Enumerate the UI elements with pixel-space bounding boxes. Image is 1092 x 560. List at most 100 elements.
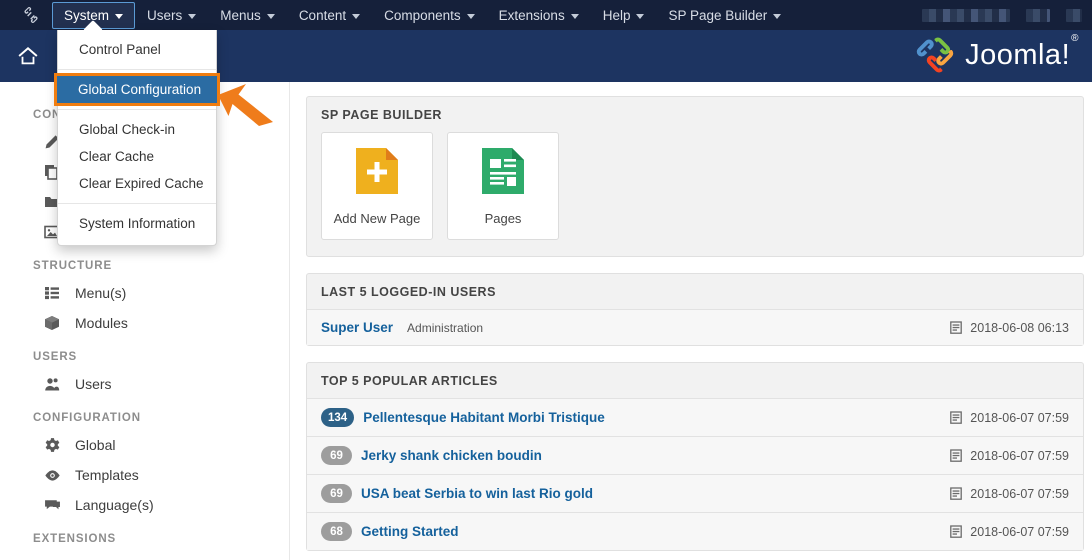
panel-sp-page-builder: SP PAGE BUILDER Add New Page (306, 96, 1084, 257)
gear-icon (42, 435, 62, 455)
sidebar-item-global[interactable]: Global (0, 430, 289, 460)
table-row[interactable]: 69 USA beat Serbia to win last Rio gold … (307, 474, 1083, 512)
menu-item-clear-cache[interactable]: Clear Cache (58, 143, 216, 170)
chevron-down-icon (571, 14, 579, 19)
chevron-down-icon (352, 14, 360, 19)
menu-sp-page-builder-label: SP Page Builder (668, 8, 767, 23)
menu-item-clear-expired-cache[interactable]: Clear Expired Cache (58, 170, 216, 197)
hits-badge: 69 (321, 484, 352, 503)
panel-title-sp-page-builder: SP PAGE BUILDER (307, 97, 1083, 132)
sidebar-item-users-label: Users (75, 376, 112, 392)
sidebar-item-templates-label: Templates (75, 467, 139, 483)
cube-icon (42, 313, 62, 333)
page-builder-cards: Add New Page (307, 132, 1083, 256)
chevron-down-icon (188, 14, 196, 19)
pages-label: Pages (485, 211, 522, 226)
table-row[interactable]: 69 Jerky shank chicken boudin 2018-06-07… (307, 436, 1083, 474)
article-entry: 134 Pellentesque Habitant Morbi Tristiqu… (321, 408, 605, 427)
row-date: 2018-06-07 07:59 (950, 449, 1069, 463)
article-date: 2018-06-07 07:59 (970, 411, 1069, 425)
row-date: 2018-06-07 07:59 (950, 411, 1069, 425)
system-dropdown-menu: Control Panel Global Configuration Globa… (57, 30, 217, 246)
hits-badge: 68 (321, 522, 352, 541)
article-entry: 69 Jerky shank chicken boudin (321, 446, 542, 465)
top-menu-bar: System Users Menus Content Components Ex… (0, 0, 1092, 30)
user-link[interactable]: Super User (321, 320, 393, 335)
home-icon[interactable] (0, 30, 56, 82)
eye-icon (42, 465, 62, 485)
chevron-down-icon (267, 14, 275, 19)
menu-sp-page-builder[interactable]: SP Page Builder (656, 2, 793, 29)
dashboard-main: SP PAGE BUILDER Add New Page (290, 82, 1092, 560)
calendar-icon (950, 487, 962, 500)
article-entry: 69 USA beat Serbia to win last Rio gold (321, 484, 593, 503)
row-date: 2018-06-08 06:13 (950, 321, 1069, 335)
menu-menus[interactable]: Menus (208, 2, 287, 29)
article-link[interactable]: Pellentesque Habitant Morbi Tristique (363, 410, 605, 425)
menu-components[interactable]: Components (372, 2, 487, 29)
article-entry: 68 Getting Started (321, 522, 459, 541)
joomla-admin-screen: System Users Menus Content Components Ex… (0, 0, 1092, 560)
calendar-icon (950, 321, 962, 334)
menu-item-system-information[interactable]: System Information (58, 210, 216, 237)
redacted-block (1026, 9, 1050, 22)
comment-icon (42, 495, 62, 515)
menu-divider (58, 69, 216, 70)
calendar-icon (950, 525, 962, 538)
menu-content-label: Content (299, 8, 346, 23)
list-icon (42, 283, 62, 303)
sidebar-heading-configuration: CONFIGURATION (0, 399, 289, 430)
sidebar-item-users[interactable]: Users (0, 369, 289, 399)
panel-title-logged-in: LAST 5 LOGGED-IN USERS (307, 274, 1083, 309)
menu-components-label: Components (384, 8, 461, 23)
hits-badge: 134 (321, 408, 354, 427)
panel-title-popular: TOP 5 POPULAR ARTICLES (307, 363, 1083, 398)
chevron-down-icon (773, 14, 781, 19)
article-date: 2018-06-07 07:59 (970, 525, 1069, 539)
logged-in-user: Super User Administration (321, 320, 483, 335)
menu-users-label: Users (147, 8, 182, 23)
pages-card[interactable]: Pages (447, 132, 559, 240)
article-link[interactable]: Jerky shank chicken boudin (361, 448, 542, 463)
table-row[interactable]: 134 Pellentesque Habitant Morbi Tristiqu… (307, 398, 1083, 436)
redacted-block (922, 9, 1010, 22)
menu-help[interactable]: Help (591, 2, 657, 29)
article-link[interactable]: Getting Started (361, 524, 459, 539)
row-date: 2018-06-07 07:59 (950, 525, 1069, 539)
article-date: 2018-06-07 07:59 (970, 487, 1069, 501)
menu-content[interactable]: Content (287, 2, 372, 29)
logged-in-date: 2018-06-08 06:13 (970, 321, 1069, 335)
chevron-down-icon (636, 14, 644, 19)
panel-top-popular-articles: TOP 5 POPULAR ARTICLES 134 Pellentesque … (306, 362, 1084, 551)
redacted-account-area (922, 9, 1082, 22)
menu-system-label: System (64, 8, 109, 23)
article-date: 2018-06-07 07:59 (970, 449, 1069, 463)
add-new-page-label: Add New Page (334, 211, 421, 226)
sidebar-item-menus[interactable]: Menu(s) (0, 278, 289, 308)
list-item[interactable]: Super User Administration 2018-06-08 06:… (307, 309, 1083, 345)
sidebar-item-languages[interactable]: Language(s) (0, 490, 289, 520)
menu-users[interactable]: Users (135, 2, 208, 29)
menu-item-global-check-in[interactable]: Global Check-in (58, 116, 216, 143)
menu-extensions-label: Extensions (499, 8, 565, 23)
article-link[interactable]: USA beat Serbia to win last Rio gold (361, 486, 593, 501)
menu-divider (58, 203, 216, 204)
menu-divider (58, 109, 216, 110)
users-icon (42, 374, 62, 394)
sidebar-item-templates[interactable]: Templates (0, 460, 289, 490)
menu-item-global-configuration[interactable]: Global Configuration (57, 76, 217, 103)
joomla-logo-icon[interactable] (14, 5, 48, 25)
add-new-page-card[interactable]: Add New Page (321, 132, 433, 240)
menu-extensions[interactable]: Extensions (487, 2, 591, 29)
sidebar-heading-users: USERS (0, 338, 289, 369)
hits-badge: 69 (321, 446, 352, 465)
sidebar-item-languages-label: Language(s) (75, 497, 154, 513)
new-page-icon (354, 146, 400, 201)
menu-item-control-panel[interactable]: Control Panel (58, 36, 216, 63)
sidebar-item-modules-label: Modules (75, 315, 128, 331)
brand-label: Joomla! (965, 39, 1070, 71)
sidebar-item-modules[interactable]: Modules (0, 308, 289, 338)
user-group: Administration (407, 321, 483, 335)
chevron-down-icon (467, 14, 475, 19)
table-row[interactable]: 68 Getting Started 2018-06-07 07:59 (307, 512, 1083, 550)
